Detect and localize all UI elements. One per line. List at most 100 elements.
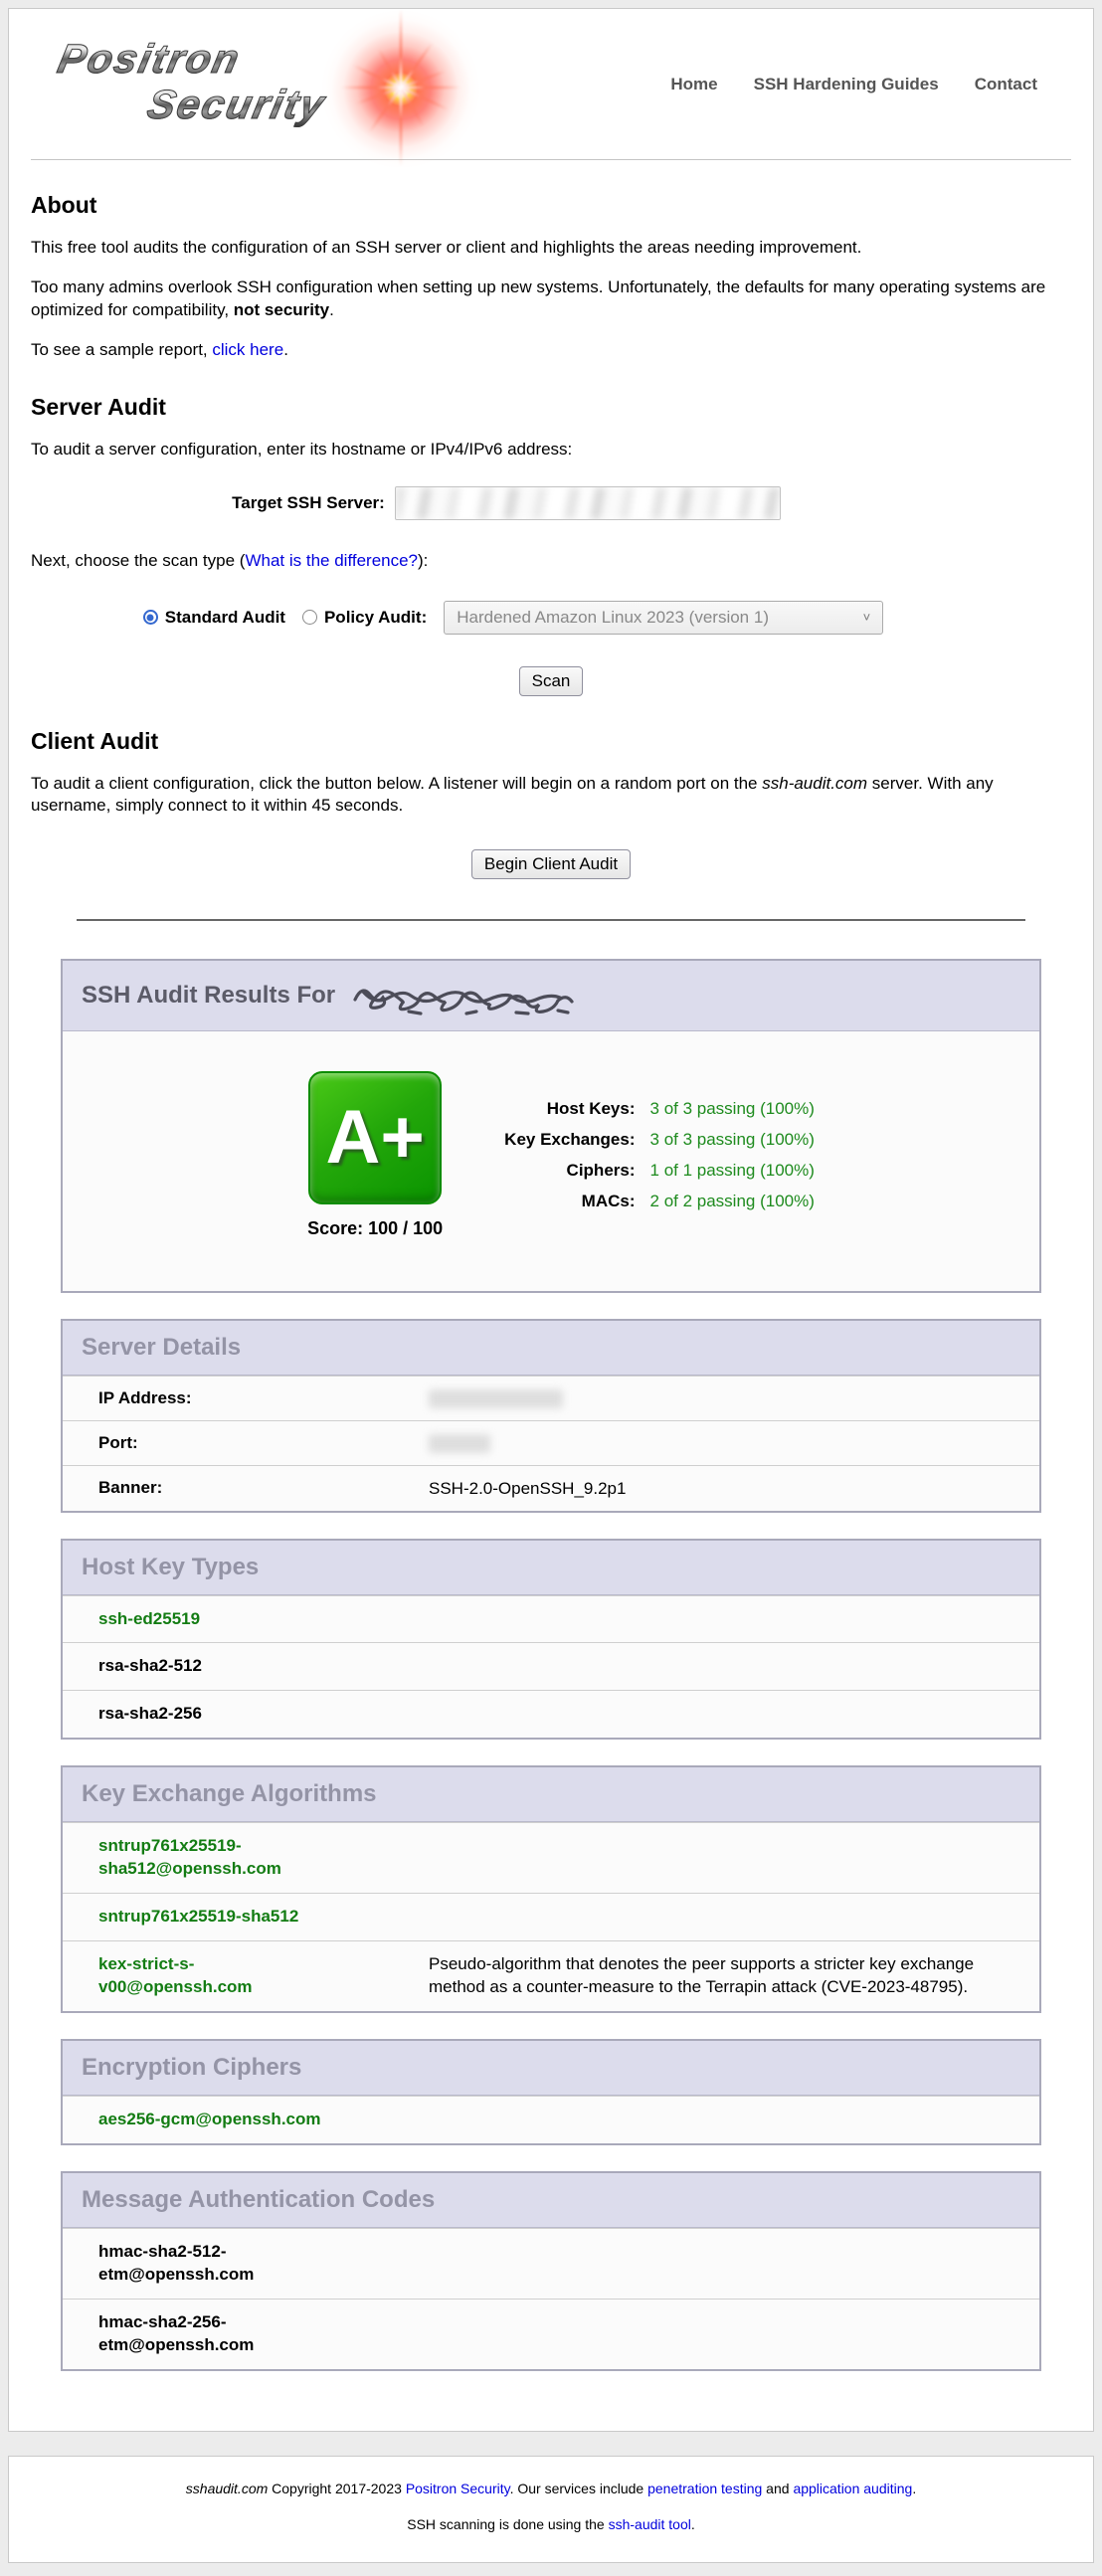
algo-name: sntrup761x25519-sha512@openssh.com <box>98 1835 345 1881</box>
about-p2-end: . <box>329 300 334 319</box>
begin-client-audit-button[interactable]: Begin Client Audit <box>471 849 631 879</box>
encryption-ciphers-title: Encryption Ciphers <box>82 2054 301 2082</box>
algo-row: rsa-sha2-512 <box>63 1642 1039 1690</box>
top-nav: Home SSH Hardening Guides Contact <box>670 75 1037 94</box>
stat-label: Host Keys: <box>504 1099 635 1119</box>
scan-type-paragraph: Next, choose the scan type (What is the … <box>31 550 1071 572</box>
scan-type-end: ): <box>418 551 428 570</box>
sample-report-link[interactable]: click here <box>212 340 283 359</box>
logo-text-line2: Security <box>143 82 330 128</box>
algo-name: ssh-ed25519 <box>98 1608 345 1631</box>
positron-security-link[interactable]: Positron Security <box>406 2481 510 2496</box>
standard-audit-radio[interactable] <box>143 610 158 625</box>
detail-row: Banner: SSH-2.0-OpenSSH_9.2p1 <box>63 1465 1039 1511</box>
footer-line1: sshaudit.com Copyright 2017-2023 Positro… <box>9 2481 1093 2496</box>
macs-panel: Message Authentication Codes hmac-sha2-5… <box>61 2171 1041 2371</box>
client-audit-domain: ssh-audit.com <box>762 774 867 793</box>
policy-select-value: Hardened Amazon Linux 2023 (version 1) <box>457 608 769 628</box>
server-audit-title: Server Audit <box>31 394 1071 421</box>
score-label: Score: 100 / 100 <box>307 1218 443 1239</box>
results-panel-header: SSH Audit Results For <box>63 961 1039 1031</box>
stat-value: 3 of 3 passing (100%) <box>650 1130 815 1150</box>
target-server-row: Target SSH Server: <box>0 486 1026 520</box>
client-audit-text: To audit a client configuration, click t… <box>31 774 762 793</box>
client-audit-button-row: Begin Client Audit <box>31 849 1071 879</box>
algo-name: sntrup761x25519-sha512 <box>98 1906 345 1929</box>
host-key-rows: ssh-ed25519 rsa-sha2-512 rsa-sha2-256 <box>63 1595 1039 1739</box>
stat-value: 1 of 1 passing (100%) <box>650 1161 815 1181</box>
algo-row: kex-strict-s-v00@openssh.com Pseudo-algo… <box>63 1940 1039 2011</box>
key-exchange-title: Key Exchange Algorithms <box>82 1780 377 1808</box>
detail-label: Banner: <box>98 1478 345 1498</box>
target-server-label: Target SSH Server: <box>232 493 385 513</box>
scan-button-row: Scan <box>31 666 1071 696</box>
algo-name: hmac-sha2-512-etm@openssh.com <box>98 2241 345 2287</box>
macs-title: Message Authentication Codes <box>82 2186 435 2214</box>
scan-button[interactable]: Scan <box>519 666 584 696</box>
footer-line2-end: . <box>691 2516 695 2532</box>
nav-item[interactable]: SSH Hardening Guides <box>754 75 939 94</box>
redacted-input-value <box>396 487 780 519</box>
key-exchange-header: Key Exchange Algorithms <box>63 1767 1039 1822</box>
mac-rows: hmac-sha2-512-etm@openssh.com hmac-sha2-… <box>63 2228 1039 2369</box>
detail-value: SSH-2.0-OpenSSH_9.2p1 <box>429 1478 626 1499</box>
algo-name: hmac-sha2-256-etm@openssh.com <box>98 2311 345 2357</box>
algo-name: rsa-sha2-512 <box>98 1655 345 1678</box>
policy-select[interactable]: Hardened Amazon Linux 2023 (version 1) ˅ <box>444 601 883 635</box>
scan-type-difference-link[interactable]: What is the difference? <box>245 551 418 570</box>
redacted-value-blob <box>429 1389 563 1408</box>
detail-row: Port: <box>63 1420 1039 1465</box>
server-details-rows: IP Address: Port: Banner: SSH-2.0-OpenSS… <box>63 1376 1039 1511</box>
main-container: Positron Security Home SSH Hardening Gui… <box>8 8 1094 2432</box>
stat-value: 3 of 3 passing (100%) <box>650 1099 815 1119</box>
about-paragraph-3: To see a sample report, click here. <box>31 339 1071 361</box>
footer-services-text: . Our services include <box>510 2481 648 2496</box>
cipher-rows: aes256-gcm@openssh.com <box>63 2096 1039 2143</box>
footer-site-name: sshaudit.com <box>186 2481 268 2496</box>
sample-report-end: . <box>283 340 288 359</box>
policy-audit-radio[interactable] <box>302 610 317 625</box>
nav-item[interactable]: Contact <box>975 75 1037 94</box>
client-audit-paragraph: To audit a client configuration, click t… <box>31 773 1071 818</box>
stat-value: 2 of 2 passing (100%) <box>650 1192 815 1211</box>
detail-label: IP Address: <box>98 1388 345 1408</box>
sample-report-text: To see a sample report, <box>31 340 212 359</box>
algo-name: aes256-gcm@openssh.com <box>98 2109 345 2131</box>
server-details-header: Server Details <box>63 1321 1039 1376</box>
results-body: A+ Score: 100 / 100 Host Keys: 3 of 3 pa… <box>73 1031 1049 1291</box>
stat-label: Ciphers: <box>504 1161 635 1181</box>
footer-and-text: and <box>762 2481 793 2496</box>
target-server-input[interactable] <box>395 486 781 520</box>
algo-row: hmac-sha2-512-etm@openssh.com <box>63 2228 1039 2299</box>
footer-scanning-text: SSH scanning is done using the <box>407 2516 608 2532</box>
key-exchange-rows: sntrup761x25519-sha512@openssh.com sntru… <box>63 1822 1039 2011</box>
ssh-audit-tool-link[interactable]: ssh-audit tool <box>609 2516 691 2532</box>
detail-row: IP Address: <box>63 1376 1039 1420</box>
scan-type-text: Next, choose the scan type ( <box>31 551 245 570</box>
stat-label: Key Exchanges: <box>504 1130 635 1150</box>
application-auditing-link[interactable]: application auditing <box>793 2481 912 2496</box>
about-paragraph-2: Too many admins overlook SSH configurati… <box>31 276 1071 321</box>
chevron-down-icon: ˅ <box>863 610 871 625</box>
footer-line2: SSH scanning is done using the ssh-audit… <box>9 2516 1093 2532</box>
algo-name: kex-strict-s-v00@openssh.com <box>98 1953 345 1999</box>
macs-header: Message Authentication Codes <box>63 2173 1039 2228</box>
about-paragraph-1: This free tool audits the configuration … <box>31 237 1071 259</box>
logo-text-line1: Positron <box>54 36 245 83</box>
detail-label: Port: <box>98 1433 345 1453</box>
positron-security-logo[interactable]: Positron Security <box>31 10 498 159</box>
algo-row: aes256-gcm@openssh.com <box>63 2096 1039 2143</box>
grade-badge: A+ <box>308 1071 442 1204</box>
stat-label: MACs: <box>504 1192 635 1211</box>
penetration-testing-link[interactable]: penetration testing <box>647 2481 762 2496</box>
algo-row: sntrup761x25519-sha512@openssh.com <box>63 1822 1039 1893</box>
site-header: Positron Security Home SSH Hardening Gui… <box>31 9 1071 160</box>
grade-letter: A+ <box>325 1094 424 1181</box>
redacted-hostname-scribble <box>349 978 586 1017</box>
nav-item[interactable]: Home <box>670 75 717 94</box>
about-p2-text: Too many admins overlook SSH configurati… <box>31 277 1045 318</box>
about-title: About <box>31 192 1071 219</box>
footer: sshaudit.com Copyright 2017-2023 Positro… <box>8 2456 1094 2563</box>
server-details-panel: Server Details IP Address: Port: Banner: <box>61 1319 1041 1513</box>
starburst-icon <box>321 4 480 168</box>
